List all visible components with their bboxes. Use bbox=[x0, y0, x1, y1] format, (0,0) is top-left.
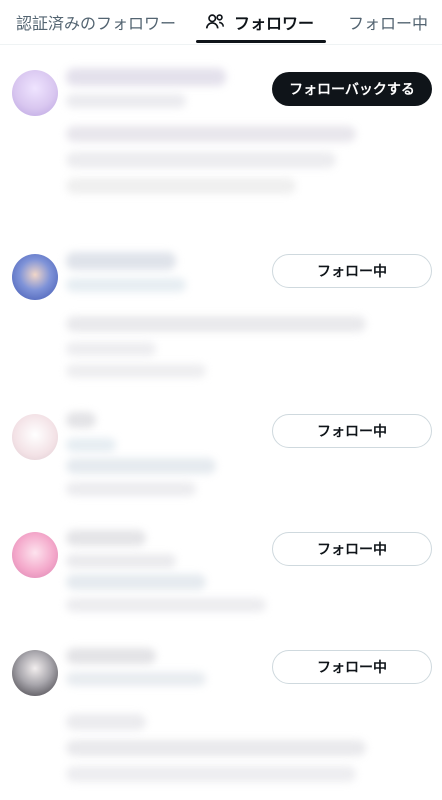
list-item[interactable]: フォロー中 bbox=[0, 408, 442, 518]
following-button[interactable]: フォロー中 bbox=[272, 254, 432, 288]
user-bio-redacted bbox=[66, 458, 216, 474]
avatar[interactable] bbox=[12, 70, 58, 116]
user-bio-redacted bbox=[66, 740, 366, 756]
tab-label: 認証済みのフォロワー bbox=[16, 14, 177, 33]
user-bio-redacted bbox=[66, 574, 206, 590]
user-bio-redacted bbox=[66, 714, 146, 730]
avatar[interactable] bbox=[12, 414, 58, 460]
people-icon bbox=[204, 11, 226, 33]
user-name-redacted bbox=[66, 530, 146, 546]
user-handle-redacted bbox=[66, 94, 186, 108]
user-name-redacted bbox=[66, 648, 156, 664]
user-name-redacted bbox=[66, 412, 96, 428]
user-bio-redacted bbox=[66, 178, 296, 194]
list-item[interactable]: フォロー中 bbox=[0, 248, 442, 398]
user-name-redacted bbox=[66, 252, 176, 270]
user-bio-redacted bbox=[66, 126, 356, 142]
avatar[interactable] bbox=[12, 532, 58, 578]
user-handle-redacted bbox=[66, 278, 186, 292]
following-button[interactable]: フォロー中 bbox=[272, 650, 432, 684]
user-handle-redacted bbox=[66, 554, 176, 568]
avatar[interactable] bbox=[12, 254, 58, 300]
user-bio-redacted bbox=[66, 598, 266, 612]
user-bio-redacted bbox=[66, 342, 156, 356]
tab-followers[interactable]: フォロワー bbox=[204, 0, 314, 44]
following-button[interactable]: フォロー中 bbox=[272, 414, 432, 448]
list-item[interactable]: フォロー中 bbox=[0, 644, 442, 800]
tab-label: フォロワー bbox=[234, 14, 315, 33]
user-name-redacted bbox=[66, 68, 226, 86]
tab-bar: 認証済みのフォロワー フォロワー フォロー中 bbox=[0, 0, 442, 45]
tab-following[interactable]: フォロー中 bbox=[348, 0, 428, 44]
active-tab-indicator bbox=[196, 40, 326, 43]
tab-verified-followers[interactable]: 認証済みのフォロワー bbox=[16, 0, 176, 44]
follow-back-button[interactable]: フォローバックする bbox=[272, 72, 432, 106]
tab-label: フォロー中 bbox=[348, 14, 429, 33]
avatar[interactable] bbox=[12, 650, 58, 696]
list-item[interactable]: フォロー中 bbox=[0, 526, 442, 636]
user-bio-redacted bbox=[66, 364, 206, 378]
user-handle-redacted bbox=[66, 438, 116, 452]
following-button[interactable]: フォロー中 bbox=[272, 532, 432, 566]
user-bio-redacted bbox=[66, 766, 356, 782]
list-item[interactable]: フォローバックする bbox=[0, 60, 442, 230]
user-bio-redacted bbox=[66, 152, 336, 168]
user-bio-redacted bbox=[66, 482, 196, 496]
user-handle-redacted bbox=[66, 672, 206, 686]
user-bio-redacted bbox=[66, 316, 366, 332]
